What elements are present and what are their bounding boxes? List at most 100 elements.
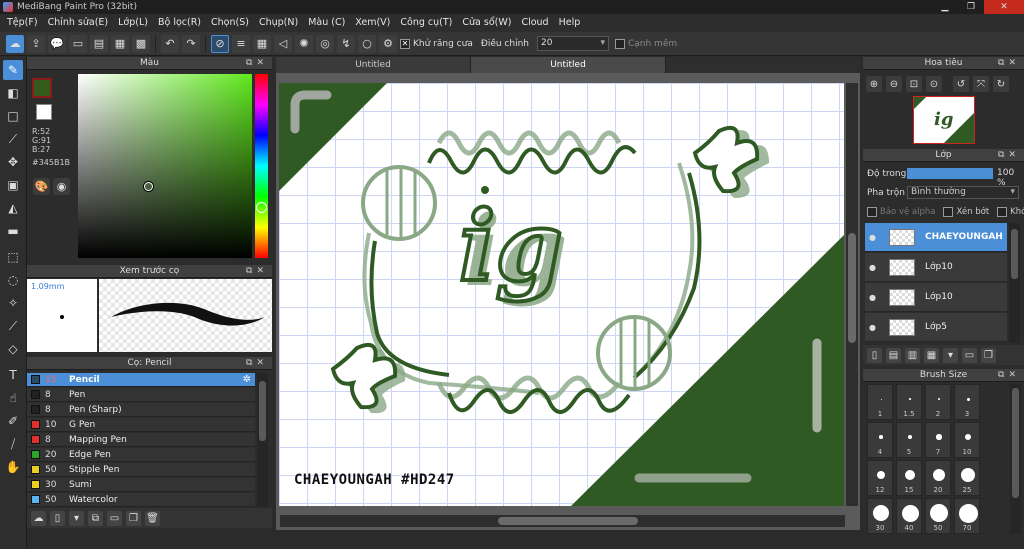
soft-edge-checkbox[interactable] [614, 38, 625, 49]
menu-window[interactable]: Cửa sổ(W) [457, 14, 516, 32]
menu-edit[interactable]: Chỉnh sửa(E) [43, 14, 114, 32]
lock-checkbox[interactable] [997, 207, 1008, 217]
actual-size-icon[interactable]: ⊙ [926, 76, 942, 92]
brush-size-option[interactable]: 70 [954, 498, 980, 534]
brush-item[interactable]: 10 G Pen [27, 418, 255, 432]
snap-parallel-icon[interactable]: ≡ [232, 34, 250, 53]
brush-size-option[interactable]: 20 [925, 460, 951, 496]
move-tool-icon[interactable]: ✥ [3, 152, 23, 172]
panel-buttons[interactable]: ⧉✕ [246, 57, 268, 70]
zoom-in-icon[interactable]: ⊕ [866, 76, 882, 92]
restore-icon[interactable]: ❐ [958, 0, 984, 14]
rotate-left-icon[interactable]: ↺ [953, 76, 969, 92]
blend-mode-select[interactable]: Bình thường [907, 186, 1019, 199]
eraser-tool-icon[interactable]: ◧ [3, 83, 23, 103]
brush-size-scrollbar[interactable] [1010, 384, 1021, 534]
brush-size-option[interactable]: 2 [925, 384, 951, 420]
brush-item[interactable]: 50 Stipple Pen [27, 463, 255, 477]
correction-select[interactable]: 20 [536, 36, 609, 51]
minimize-icon[interactable]: ▁ [932, 0, 958, 14]
menu-help[interactable]: Help [554, 14, 586, 32]
snap-curve-icon[interactable]: ↯ [337, 34, 355, 53]
duplicate-layer-icon[interactable]: ❐ [981, 347, 996, 363]
panel-buttons[interactable]: ⧉✕ [998, 369, 1020, 382]
scrollbar-thumb[interactable] [498, 517, 638, 525]
layer-item-chaeyoungah[interactable]: ● CHAEYOUNGAH [865, 223, 1007, 252]
menu-layer[interactable]: Lớp(L) [113, 14, 153, 32]
layer-list-scrollbar[interactable] [1009, 223, 1020, 343]
layer-item[interactable]: ● Lớp5 [865, 313, 1007, 342]
layer-item[interactable]: ● Lớp10 [865, 253, 1007, 282]
visibility-icon[interactable]: ● [869, 323, 881, 332]
brush-size-option[interactable]: 10 [954, 422, 980, 458]
add-brush-icon[interactable]: ▾ [69, 510, 84, 526]
brush-list-scrollbar[interactable] [257, 373, 268, 507]
brush-size-option[interactable]: 50 [925, 498, 951, 534]
hand-tool-icon[interactable]: ✋ [3, 457, 23, 477]
share-icon[interactable]: ⇪ [27, 34, 45, 53]
brush-size-option[interactable]: 25 [954, 460, 980, 496]
brush-size-option[interactable]: 5 [896, 422, 922, 458]
scrollbar-thumb[interactable] [1012, 388, 1019, 498]
drawing-canvas[interactable]: ig ig CHAEYOUNGAH #HD247 [279, 83, 844, 506]
brush-item-pencil[interactable]: 15 Pencil ✲ [27, 373, 255, 387]
zoom-out-icon[interactable]: ⊖ [886, 76, 902, 92]
palette-add-icon[interactable]: ◉ [53, 178, 70, 195]
magic-wand-icon[interactable]: ✧ [3, 293, 23, 313]
brush-item[interactable]: 8 Pen (Sharp) [27, 403, 255, 417]
canvas-hscrollbar[interactable] [280, 515, 845, 527]
brush-size-option[interactable]: 3 [954, 384, 980, 420]
menu-file[interactable]: Tệp(F) [2, 14, 43, 32]
cloud-icon[interactable]: ☁ [6, 34, 24, 53]
foreground-swatch[interactable] [32, 78, 52, 98]
fill-rect-icon[interactable]: ▣ [3, 175, 23, 195]
duplicate-icon[interactable]: ❐ [126, 510, 141, 526]
add-layer-menu-icon[interactable]: ▾ [943, 347, 958, 363]
fit-icon[interactable]: ⊡ [906, 76, 922, 92]
redo-icon[interactable]: ↷ [182, 34, 200, 53]
trash-icon[interactable]: 🗑 [145, 510, 160, 526]
folder-icon[interactable]: ▭ [962, 347, 977, 363]
gear-icon[interactable]: ✲ [243, 374, 251, 385]
panel-buttons[interactable]: ⧉✕ [246, 357, 268, 370]
snap-vanish-icon[interactable]: ◁ [274, 34, 292, 53]
rect-tool-icon[interactable]: □ [3, 106, 23, 126]
visibility-icon[interactable]: ● [869, 233, 881, 242]
new-halftone-layer-icon[interactable]: ▤ [886, 347, 901, 363]
menu-tools[interactable]: Công cụ(T) [395, 14, 457, 32]
brush-size-option[interactable]: 1.5 [896, 384, 922, 420]
visibility-icon[interactable]: ● [869, 263, 881, 272]
layer-item[interactable]: ● Lớp10 [865, 283, 1007, 312]
brush-size-option[interactable]: 15 [896, 460, 922, 496]
undo-icon[interactable]: ↶ [161, 34, 179, 53]
brush-tool-icon[interactable]: ✎ [3, 60, 23, 80]
comment-icon[interactable]: 💬 [48, 34, 66, 53]
brush-size-option[interactable]: 30 [867, 498, 893, 534]
visibility-icon[interactable]: ● [869, 293, 881, 302]
background-swatch[interactable] [36, 104, 52, 120]
lock-toggle[interactable]: Khóa [997, 207, 1024, 217]
tab-untitled-1[interactable]: Untitled [276, 57, 471, 73]
palette-icon[interactable]: 🎨 [33, 178, 50, 195]
antialias-checkbox[interactable]: ✕ [400, 38, 410, 49]
manage-icon[interactable]: ▦ [111, 34, 129, 53]
saturation-value-picker[interactable] [78, 74, 252, 258]
brush-size-option[interactable]: 4 [867, 422, 893, 458]
brush-item[interactable]: 20 Edge Pen [27, 448, 255, 462]
tab-untitled-2[interactable]: Untitled [471, 57, 666, 73]
bucket-tool-icon[interactable]: ◭ [3, 198, 23, 218]
new-8bit-layer-icon[interactable]: ▥ [905, 347, 920, 363]
opacity-slider[interactable] [907, 168, 993, 179]
snap-off-icon[interactable]: ⊘ [211, 34, 229, 53]
select-pen-icon[interactable]: ⟋ [3, 316, 23, 336]
text-tool-icon[interactable]: T [3, 365, 23, 385]
menu-snap[interactable]: Chụp(N) [254, 14, 303, 32]
protect-alpha-toggle[interactable]: Bảo vệ alpha [867, 207, 935, 217]
rotate-right-icon[interactable]: ↻ [993, 76, 1009, 92]
panel-buttons[interactable]: ⧉✕ [998, 149, 1020, 162]
brush-item[interactable]: 50 Watercolor [27, 493, 255, 507]
antialias-toggle[interactable]: ✕ Khử răng cưa [400, 38, 473, 49]
select-tool-icon[interactable]: ⬚ [3, 247, 23, 267]
menu-cloud[interactable]: Cloud [516, 14, 553, 32]
grid-icon[interactable]: ▩ [132, 34, 150, 53]
